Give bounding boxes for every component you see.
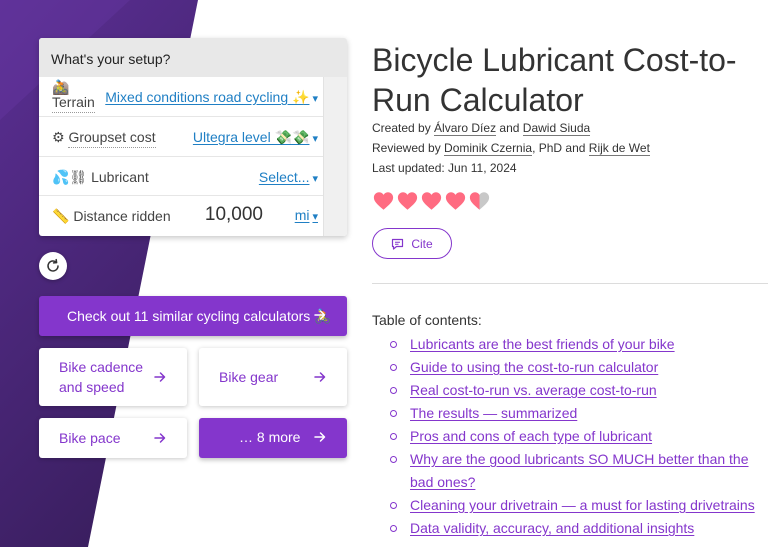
author-link[interactable]: Dawid Siuda <box>522 121 591 136</box>
calculator-link-bike-gear[interactable]: Bike gear <box>199 348 347 406</box>
toc-item: Lubricants are the best friends of your … <box>390 333 760 356</box>
toc-list: Lubricants are the best friends of your … <box>390 333 760 540</box>
toc-link[interactable]: Pros and cons of each type of lubricant <box>410 428 652 444</box>
toc-link[interactable]: Guide to using the cost-to-run calculato… <box>410 359 658 375</box>
created-by-line: Created by Álvaro Díez and Dawid Siuda <box>372 121 591 136</box>
groupset-label: ⚙ Groupset cost <box>52 128 156 148</box>
terrain-select[interactable]: Mixed conditions road cycling ✨ ▾ <box>105 89 318 106</box>
reset-button[interactable] <box>39 252 67 280</box>
cite-button[interactable]: Cite <box>372 228 452 259</box>
toc-title: Table of contents: <box>372 312 482 328</box>
page-title: Bicycle Lubricant Cost-to-Run Calculator <box>372 42 737 118</box>
toc-link[interactable]: Why are the good lubricants SO MUCH bett… <box>410 451 749 490</box>
reviewer-link[interactable]: Rijk de Wet <box>588 141 650 156</box>
similar-calculators-button[interactable]: Check out 11 similar cycling calculators… <box>39 296 347 336</box>
toc-link[interactable]: Cleaning your drivetrain — a must for la… <box>410 497 755 513</box>
toc-item: Data validity, accuracy, and additional … <box>390 517 760 540</box>
refresh-icon <box>47 258 59 272</box>
last-updated: Last updated: Jun 11, 2024 <box>372 161 517 175</box>
distance-input[interactable]: 10,000 <box>205 204 263 226</box>
bullet-circle-icon <box>390 364 397 371</box>
calculator-link-bike-pace[interactable]: Bike pace <box>39 418 187 458</box>
arrow-right-icon <box>314 372 326 382</box>
toc-link[interactable]: Real cost-to-run vs. average cost-to-run <box>410 382 657 398</box>
droplets-chain-icon: 💦⛓ <box>52 168 88 185</box>
setup-row-groupset: ⚙ Groupset cost Ultegra level 💸💸 ▾ <box>39 117 323 157</box>
bullet-circle-icon <box>390 387 397 394</box>
reviewer-link[interactable]: Dominik Czernia <box>444 141 533 156</box>
calculator-link-label: Bike cadence and speed <box>59 359 144 395</box>
bullet-circle-icon <box>390 456 397 463</box>
bullet-circle-icon <box>390 410 397 417</box>
setup-card: What's your setup? 🚵 Terrain Mixed condi… <box>39 38 347 236</box>
gear-icon: ⚙ <box>52 128 65 145</box>
calculator-link-bike-cadence[interactable]: Bike cadence and speed <box>39 348 187 406</box>
rating-hearts[interactable] <box>373 191 490 211</box>
toc-item: Pros and cons of each type of lubricant <box>390 425 760 448</box>
setup-scrollbar[interactable] <box>323 77 347 236</box>
chevron-down-icon: ▾ <box>312 211 318 224</box>
more-calculators-label: … 8 more <box>239 429 301 445</box>
mountain-bike-icon: 🚵 <box>52 79 70 95</box>
heart-icon[interactable] <box>421 191 442 211</box>
toc-link[interactable]: Lubricants are the best friends of your … <box>410 336 675 352</box>
setup-header: What's your setup? <box>39 38 347 77</box>
bullet-circle-icon <box>390 433 397 440</box>
arrow-right-icon <box>314 432 326 442</box>
lubricant-label: 💦⛓ Lubricant <box>52 168 149 185</box>
toc-item: Cleaning your drivetrain — a must for la… <box>390 494 760 517</box>
toc-item: Real cost-to-run vs. average cost-to-run <box>390 379 760 402</box>
distance-unit-select[interactable]: mi ▾ <box>295 207 318 223</box>
toc-link[interactable]: Data validity, accuracy, and additional … <box>410 520 694 536</box>
arrow-right-icon <box>154 433 166 443</box>
bullet-circle-icon <box>390 525 397 532</box>
author-link[interactable]: Álvaro Díez <box>434 121 497 136</box>
distance-label: 📏 Distance ridden <box>52 208 171 225</box>
toc-item: Guide to using the cost-to-run calculato… <box>390 356 760 379</box>
speech-bubble-icon <box>392 238 404 250</box>
calculator-link-label: Bike gear <box>219 369 279 385</box>
toc-link[interactable]: The results — summarized <box>410 405 577 421</box>
terrain-label: 🚵 Terrain <box>52 79 95 113</box>
lubricant-select[interactable]: Select... ▾ <box>259 169 318 185</box>
ruler-icon: 📏 <box>52 208 70 225</box>
chevron-down-icon: ▾ <box>312 172 318 185</box>
heart-icon[interactable] <box>445 191 466 211</box>
toc-item: Why are the good lubricants SO MUCH bett… <box>390 448 760 494</box>
bullet-circle-icon <box>390 341 397 348</box>
setup-row-lubricant: 💦⛓ Lubricant Select... ▾ <box>39 157 323 197</box>
setup-row-distance: 📏 Distance ridden 10,000 mi ▾ <box>39 196 323 236</box>
groupset-select[interactable]: Ultegra level 💸💸 ▾ <box>193 129 318 146</box>
divider <box>372 283 768 284</box>
similar-calculators-label: Check out 11 similar cycling calculators… <box>67 307 332 324</box>
half-heart-icon[interactable] <box>469 191 490 211</box>
arrow-right-icon <box>154 372 166 382</box>
heart-icon[interactable] <box>373 191 394 211</box>
more-calculators-button[interactable]: … 8 more <box>199 418 347 458</box>
heart-icon[interactable] <box>397 191 418 211</box>
calculator-link-label: Bike pace <box>59 430 121 446</box>
bullet-circle-icon <box>390 502 397 509</box>
cite-label: Cite <box>411 236 433 251</box>
chevron-down-icon: ▾ <box>312 132 318 145</box>
reviewed-by-line: Reviewed by Dominik Czernia, PhD and Rij… <box>372 141 650 156</box>
setup-body: 🚵 Terrain Mixed conditions road cycling … <box>39 77 347 236</box>
chevron-down-icon: ▾ <box>312 93 318 105</box>
setup-row-terrain: 🚵 Terrain Mixed conditions road cycling … <box>39 77 323 117</box>
toc-item: The results — summarized <box>390 402 760 425</box>
arrow-right-icon <box>314 310 326 320</box>
